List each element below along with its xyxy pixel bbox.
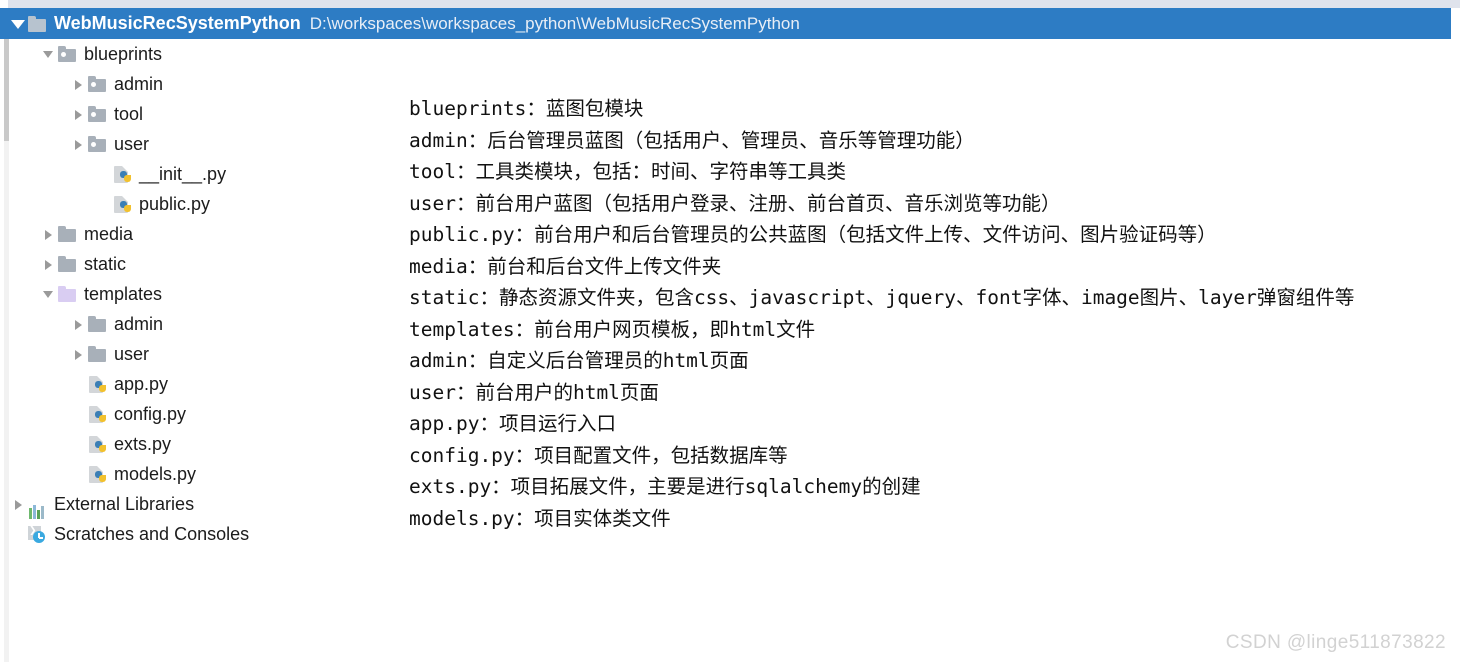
tree-item-label: External Libraries (54, 493, 195, 514)
python-package-folder-icon (87, 74, 109, 94)
tree-item-label: user (114, 133, 150, 154)
tree-item-label: blueprints (84, 43, 163, 64)
triangle-right-icon[interactable] (9, 494, 27, 515)
triangle-down-icon[interactable] (39, 44, 57, 65)
description-line: static：静态资源文件夹，包含css、javascript、jquery、f… (409, 286, 1355, 309)
tree-item-label: config.py (114, 403, 187, 424)
triangle-right-icon[interactable] (39, 224, 57, 245)
triangle-right-icon[interactable] (69, 134, 87, 155)
description-line: admin：自定义后台管理员的html页面 (409, 349, 749, 372)
tree-item-scratches-and-consoles[interactable]: ❯ Scratches and Consoles (9, 519, 409, 549)
description-line: app.py：项目运行入口 (409, 412, 616, 435)
triangle-down-icon[interactable] (39, 284, 57, 305)
description-line: media：前台和后台文件上传文件夹 (409, 254, 722, 278)
triangle-right-icon[interactable] (69, 314, 87, 335)
tree-item-blueprints[interactable]: blueprints (9, 39, 409, 69)
tree-item-label: admin (114, 73, 164, 94)
project-path: D:\workspaces\workspaces_python\WebMusic… (309, 13, 800, 33)
tree-item-app-py[interactable]: app.py (9, 369, 409, 399)
no-arrow-spacer (9, 524, 27, 545)
tree-item-blueprints-admin[interactable]: admin (9, 69, 409, 99)
no-arrow-spacer (94, 194, 112, 215)
python-package-folder-icon (57, 44, 79, 64)
triangle-down-icon[interactable] (9, 13, 27, 34)
tree-item-init-py[interactable]: __init__.py (9, 159, 409, 189)
tree-item-templates[interactable]: templates (9, 279, 409, 309)
triangle-right-icon[interactable] (39, 254, 57, 275)
project-tree[interactable]: WebMusicRecSystemPython D:\workspaces\wo… (0, 8, 1451, 568)
triangle-right-icon[interactable] (69, 104, 87, 125)
triangle-right-icon[interactable] (69, 74, 87, 95)
description-line: exts.py：项目拓展文件，主要是进行sqlalchemy的创建 (409, 475, 921, 498)
description-line: models.py：项目实体类文件 (409, 506, 671, 530)
description-line: public.py：前台用户和后台管理员的公共蓝图（包括文件上传、文件访问、图片… (409, 223, 1217, 246)
tree-item-label: static (84, 253, 127, 274)
tree-item-media[interactable]: media (9, 219, 409, 249)
project-structure-description: blueprints：蓝图包模块 admin：后台管理员蓝图（包括用户、管理员、… (409, 93, 1369, 534)
tree-item-label: exts.py (114, 433, 172, 454)
description-line: user：前台用户的html页面 (409, 380, 659, 404)
tree-item-label: tool (114, 103, 144, 124)
python-file-icon (87, 404, 109, 424)
tree-item-models-py[interactable]: models.py (9, 459, 409, 489)
python-file-icon (112, 164, 134, 184)
python-file-icon (87, 374, 109, 394)
description-line: admin：后台管理员蓝图（包括用户、管理员、音乐等管理功能） (409, 128, 975, 152)
templates-folder-icon (57, 284, 79, 304)
folder-icon (87, 314, 109, 334)
tree-item-label: user (114, 343, 150, 364)
tree-item-label: Scratches and Consoles (54, 523, 250, 544)
python-package-folder-icon (87, 104, 109, 124)
python-package-folder-icon (87, 134, 109, 154)
description-line: config.py：项目配置文件，包括数据库等 (409, 443, 788, 467)
tree-item-label: admin (114, 313, 164, 334)
python-file-icon (87, 464, 109, 484)
python-file-icon (112, 194, 134, 214)
tree-item-label: models.py (114, 463, 197, 484)
description-line: templates：前台用户网页模板，即html文件 (409, 317, 816, 341)
tree-item-label: app.py (114, 373, 169, 394)
description-line: user：前台用户蓝图（包括用户登录、注册、前台首页、音乐浏览等功能） (409, 191, 1061, 215)
tree-item-templates-user[interactable]: user (9, 339, 409, 369)
tree-item-label: templates (84, 283, 163, 304)
folder-icon (57, 254, 79, 274)
description-line: tool：工具类模块，包括：时间、字符串等工具类 (409, 160, 846, 183)
tree-item-static[interactable]: static (9, 249, 409, 279)
window-top-strip (0, 0, 1460, 8)
folder-icon (87, 344, 109, 364)
tree-item-public-py[interactable]: public.py (9, 189, 409, 219)
tree-item-label: public.py (139, 193, 211, 214)
no-arrow-spacer (94, 164, 112, 185)
project-name: WebMusicRecSystemPython (54, 13, 301, 33)
scratches-icon: ❯ (27, 524, 49, 544)
triangle-right-icon[interactable] (69, 344, 87, 365)
no-arrow-spacer (69, 374, 87, 395)
folder-icon (27, 14, 49, 34)
python-file-icon (87, 434, 109, 454)
folder-icon (57, 224, 79, 244)
csdn-watermark: CSDN @linge511873822 (1225, 632, 1446, 653)
tree-item-external-libraries[interactable]: External Libraries (9, 489, 409, 519)
description-line: blueprints：蓝图包模块 (409, 97, 644, 120)
tree-item-templates-admin[interactable]: admin (9, 309, 409, 339)
no-arrow-spacer (69, 404, 87, 425)
tree-item-config-py[interactable]: config.py (9, 399, 409, 429)
tree-root-project-row[interactable]: WebMusicRecSystemPython D:\workspaces\wo… (0, 8, 1451, 39)
tree-item-blueprints-user[interactable]: user (9, 129, 409, 159)
tree-item-blueprints-tool[interactable]: tool (9, 99, 409, 129)
no-arrow-spacer (69, 434, 87, 455)
top-strip-corner (0, 0, 8, 8)
external-libraries-icon (27, 494, 49, 519)
tree-item-label: __init__.py (139, 163, 227, 184)
tree-item-label: media (84, 223, 134, 244)
tree-item-exts-py[interactable]: exts.py (9, 429, 409, 459)
no-arrow-spacer (69, 464, 87, 485)
